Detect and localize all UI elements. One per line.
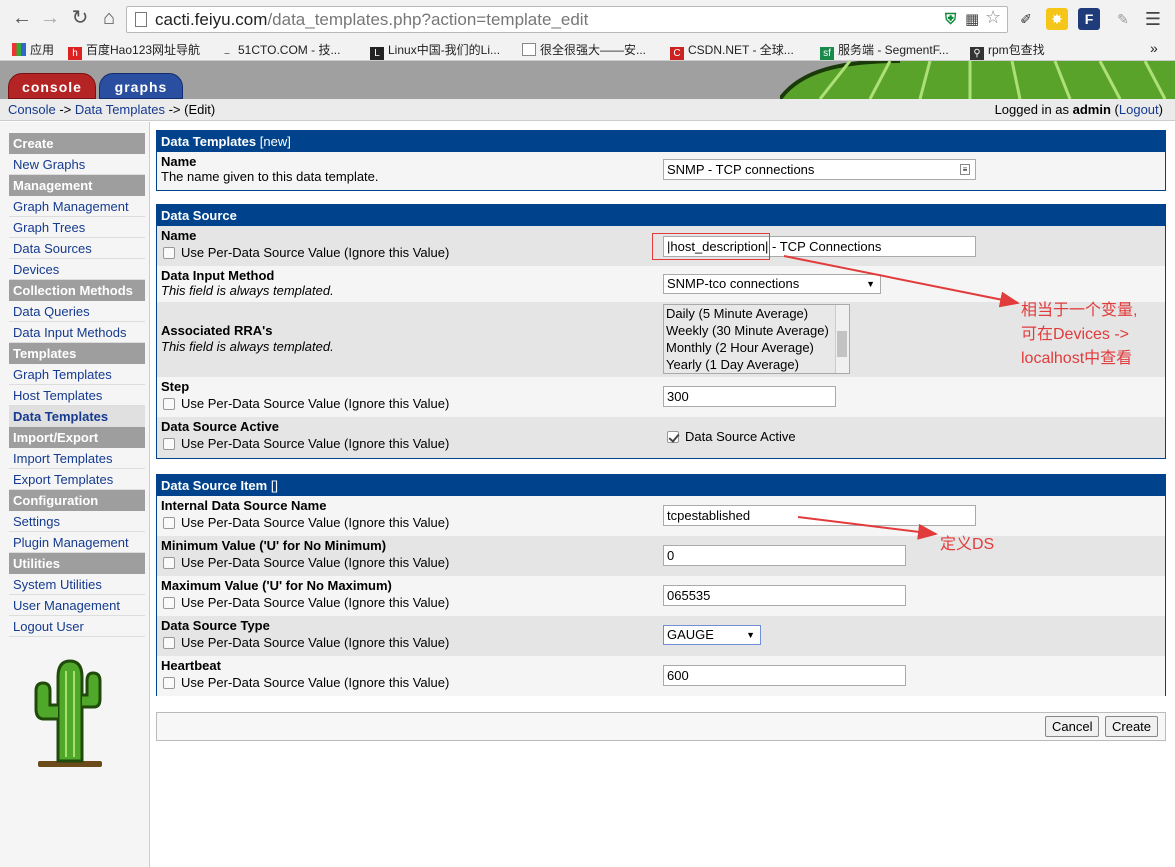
- annotation-ds-note: 定义DS: [940, 536, 995, 553]
- annotation-variable-note: 相当于一个变量, 可在Devices -> localhost中查看: [1021, 299, 1137, 371]
- annotation-line: localhost中查看: [1021, 350, 1133, 367]
- annotation-line: 相当于一个变量,: [1021, 302, 1138, 319]
- annotation-line: 可在Devices ->: [1021, 326, 1130, 343]
- annotation-arrows: [783, 255, 1020, 540]
- annotation-arrow-variable: [783, 255, 1020, 308]
- annotation-arrow-ds: [797, 516, 938, 540]
- screen: ← → ↻ ⌂ cacti.feiyu.com/data_templates.p…: [0, 0, 1175, 867]
